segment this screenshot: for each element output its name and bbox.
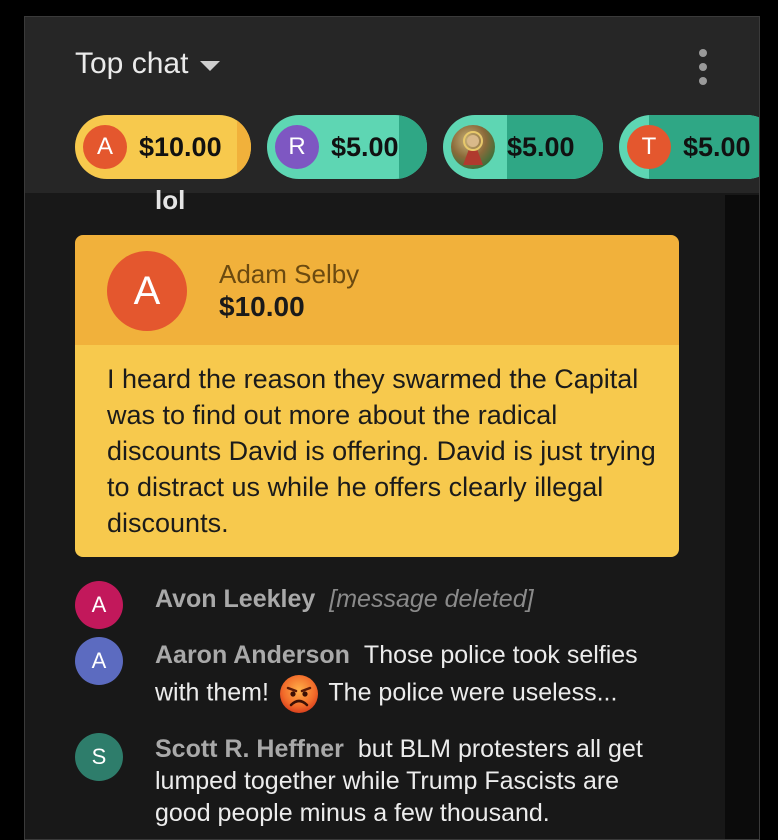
author-name[interactable]: Aaron Anderson [155,641,350,669]
message-content: Scott R. Heffner but BLM protesters all g… [155,733,675,829]
ticker-item[interactable]: A $10.00 [75,115,251,179]
message-content: Avon Leekley [message deleted] [155,581,675,617]
chat-message-text: lol [155,185,186,215]
message-text: The police were useless... [328,678,618,707]
chat-header: Top chat A $10.00 R $5.00 $5.00 T $5.00 [25,17,759,193]
scrollbar-track[interactable] [725,195,759,839]
author-name[interactable]: Avon Leekley [155,585,315,613]
chat-mode-dropdown[interactable]: Top chat [75,47,221,81]
message-content: Aaron Anderson Those police took selfies … [155,637,675,715]
ticker-amount: $5.00 [507,131,575,162]
author-name[interactable]: Adam Selby [219,259,359,290]
avatar: S [75,733,123,781]
author-name[interactable]: Scott R. Heffner [155,735,344,763]
avatar: A [75,581,123,629]
avatar: R [275,125,319,169]
ticker-amount: $10.00 [139,131,222,162]
avatar: A [107,251,187,331]
ticker-amount: $5.00 [331,131,399,162]
ticker-item[interactable]: T $5.00 [619,115,759,179]
super-chat-message: I heard the reason they swarmed the Capi… [107,364,656,538]
super-chat-header: A Adam Selby $10.00 [75,235,679,345]
chevron-down-icon [200,61,221,71]
super-chat-card[interactable]: A Adam Selby $10.00 I heard the reason t… [75,235,679,557]
ticker-item[interactable]: R $5.00 [267,115,427,179]
ticker-amount: $5.00 [683,131,751,162]
painting-icon [463,131,483,165]
chat-mode-label: Top chat [75,47,189,80]
avatar: A [75,637,123,685]
more-options-icon[interactable] [695,49,711,85]
super-chat-ticker-bar: A $10.00 R $5.00 $5.00 T $5.00 [75,115,759,179]
live-chat-panel: Top chat A $10.00 R $5.00 $5.00 T $5.00 … [24,16,760,840]
avatar: A [83,125,127,169]
deleted-message-text: [message deleted] [329,585,534,613]
avatar-image [451,125,495,169]
super-chat-body: I heard the reason they swarmed the Capi… [75,345,679,557]
angry-face-icon [279,675,318,713]
super-chat-amount: $10.00 [219,291,305,322]
avatar: T [627,125,671,169]
ticker-item[interactable]: $5.00 [443,115,603,179]
